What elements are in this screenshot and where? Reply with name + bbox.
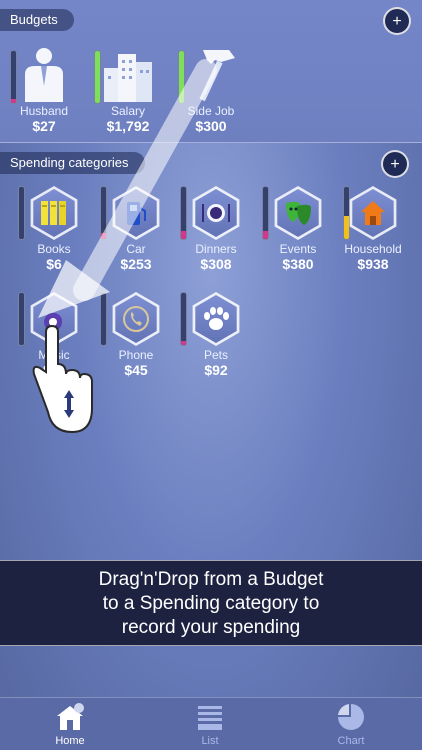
pie-chart-icon — [338, 704, 364, 730]
banner-line-1: Drag'n'Drop from a Budget — [98, 569, 324, 590]
home-icon — [57, 703, 84, 730]
tab-list[interactable]: List — [160, 702, 260, 747]
tab-home-label: Home — [55, 735, 85, 747]
hand-pointer-icon — [32, 313, 93, 434]
banner-line-3: record your spending — [121, 617, 301, 638]
tab-home[interactable]: Home — [20, 702, 120, 747]
tab-list-label: List — [201, 735, 219, 747]
tab-chart[interactable]: Chart — [301, 702, 401, 747]
instruction-banner: Drag'n'Drop from a Budget to a Spending … — [0, 560, 422, 646]
list-icon — [198, 706, 222, 730]
banner-line-2: to a Spending category to — [102, 593, 320, 614]
tab-bar: Home List Chart — [0, 697, 422, 750]
tab-chart-label: Chart — [337, 735, 365, 747]
